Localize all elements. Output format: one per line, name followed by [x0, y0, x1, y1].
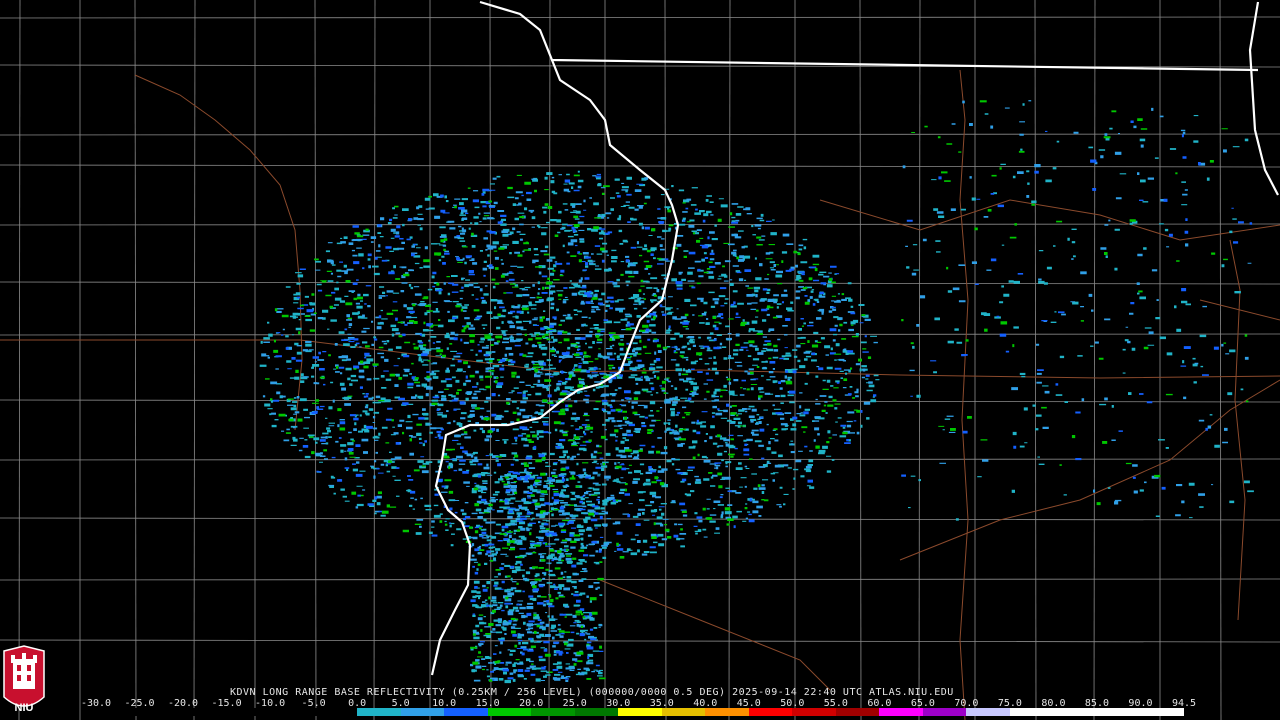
- colorbar-swatch: [1140, 708, 1184, 716]
- echo-cluster: [259, 103, 1254, 684]
- highway-line: [899, 379, 1280, 561]
- highway-line: [819, 199, 1280, 241]
- colorbar-swatch: [705, 708, 749, 716]
- colorbar-swatch: [139, 708, 184, 716]
- county-line: [18, 0, 21, 720]
- colorbar-swatch: [574, 708, 619, 716]
- colorbar-swatch: [313, 708, 358, 716]
- county-line: [0, 458, 1280, 461]
- colorbar-swatch: [748, 708, 793, 716]
- colorbar-swatch: [966, 708, 1010, 716]
- colorbar-swatch: [661, 708, 706, 716]
- county-line: [134, 0, 137, 720]
- colorbar-swatch: [1009, 708, 1054, 716]
- colorbar-swatch: [400, 708, 445, 716]
- echo-cluster: [265, 100, 1249, 682]
- colorbar-swatch: [1096, 708, 1141, 716]
- colorbar-swatch: [835, 708, 880, 716]
- logo-text: NIU: [15, 702, 34, 714]
- highway-line: [134, 74, 303, 431]
- county-line: [0, 333, 1280, 336]
- colorbar-swatch: [96, 708, 140, 716]
- colorbar-swatch: [270, 708, 314, 716]
- county-line: [0, 517, 1280, 521]
- county-line: [0, 639, 1280, 643]
- echo-cluster: [261, 100, 1252, 683]
- colorbar-swatch: [183, 708, 227, 716]
- colorbar-swatch: [226, 708, 271, 716]
- highway-line: [959, 69, 969, 720]
- radar-map: [0, 0, 1280, 720]
- radar-site-marker: [560, 358, 574, 372]
- highway-line: [0, 339, 1280, 379]
- highway-lines: [0, 69, 1280, 720]
- colorbar-swatch: [922, 708, 967, 716]
- highway-line: [1229, 239, 1246, 621]
- county-line: [0, 281, 1280, 285]
- state-line: [479, 0, 1259, 72]
- product-header: KDVN LONG RANGE BASE REFLECTIVITY (0.25K…: [230, 687, 954, 698]
- county-line: [0, 399, 1280, 403]
- highway-line: [1199, 299, 1280, 321]
- county-line: [918, 0, 921, 720]
- county-line: [0, 578, 1280, 581]
- colorbar-swatch: [792, 708, 836, 716]
- reflectivity-echoes: [259, 100, 1254, 684]
- county-line: [0, 16, 1280, 19]
- county-line: [193, 0, 196, 720]
- county-line: [728, 0, 731, 720]
- colorbar-swatch: [879, 708, 923, 716]
- county-line: [1219, 0, 1222, 720]
- colorbar: [96, 708, 1184, 716]
- colorbar-swatch: [357, 708, 401, 716]
- county-line: [664, 0, 667, 720]
- county-line: [1093, 0, 1096, 720]
- colorbar-swatch: [444, 708, 488, 716]
- county-line: [1034, 0, 1037, 720]
- county-line: [0, 164, 1280, 168]
- colorbar-swatch: [618, 708, 662, 716]
- colorbar-labels: -30.0 -25.0 -20.0 -15.0 -10.0 -5.0 0.0 5.0 10.0 1…: [81, 698, 1206, 709]
- niu-logo: NIU: [3, 645, 45, 714]
- colorbar-swatch: [531, 708, 575, 716]
- niu-tower-logo-icon: [11, 653, 37, 689]
- county-line: [314, 0, 317, 720]
- state-boundaries: [430, 0, 1279, 676]
- colorbar-swatch: [1053, 708, 1097, 716]
- county-line: [373, 0, 376, 720]
- state-line: [1248, 1, 1279, 196]
- highway-line: [599, 579, 831, 691]
- county-line: [0, 133, 1280, 136]
- colorbar-swatch: [487, 708, 532, 716]
